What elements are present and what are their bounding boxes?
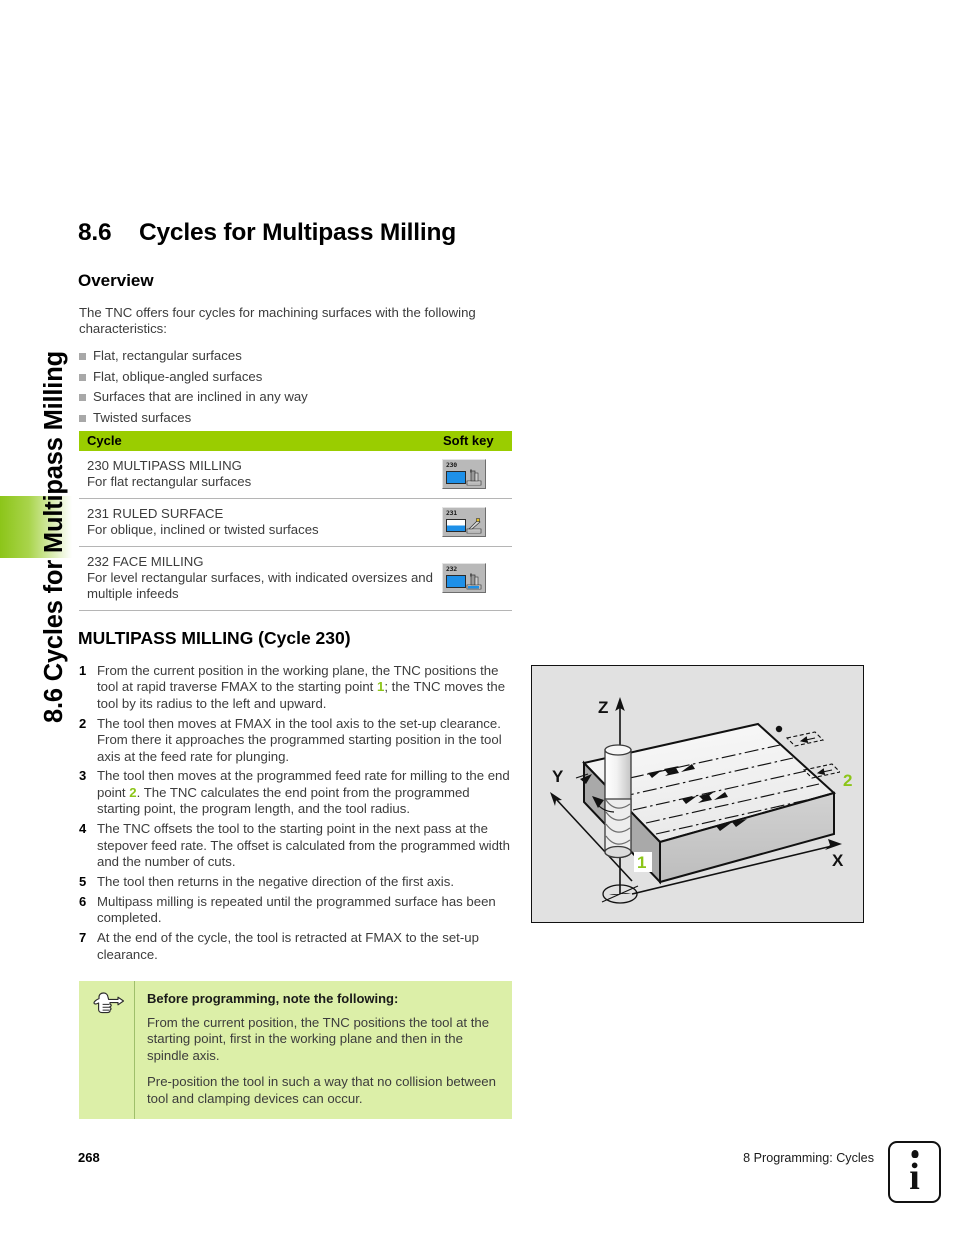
milling-tool-icon xyxy=(466,469,482,486)
procedure-step-list: 1 From the current position in the worki… xyxy=(79,663,511,966)
table-cell-cycle: 232 FACE MILLING For level rectangular s… xyxy=(87,554,437,603)
list-item: 4 The TNC offsets the tool to the starti… xyxy=(79,821,511,870)
section-title: Cycles for Multipass Milling xyxy=(139,219,457,246)
footer-chapter-label: 8 Programming: Cycles xyxy=(743,1151,874,1165)
step-text: At the end of the cycle, the tool is ret… xyxy=(97,930,479,962)
softkey-number: 231 xyxy=(446,509,457,518)
step-number: 3 xyxy=(79,768,87,784)
section-number: 8.6 xyxy=(78,219,112,246)
cycle-title: 230 MULTIPASS MILLING xyxy=(87,458,242,473)
table-cell-softkey: 231 xyxy=(442,507,486,538)
column-header-softkey: Soft key xyxy=(443,433,494,448)
side-tab-title: 8.6 Cycles for Multipass Milling xyxy=(40,351,68,723)
x-axis-label: X xyxy=(832,851,844,870)
softkey-232-button[interactable]: 232 xyxy=(442,563,486,594)
list-item: Twisted surfaces xyxy=(79,410,509,431)
overview-heading: Overview xyxy=(78,271,154,290)
list-item: Flat, oblique-angled surfaces xyxy=(79,369,509,390)
bullet-square-icon xyxy=(79,353,86,360)
softkey-surface-icon xyxy=(446,471,466,485)
tool-tip xyxy=(604,845,632,859)
tool-shank-top xyxy=(604,744,632,756)
cycle-title: 232 FACE MILLING xyxy=(87,553,204,569)
softkey-231-button[interactable]: 231 xyxy=(442,507,486,538)
list-item-label: Flat, oblique-angled surfaces xyxy=(93,368,263,384)
info-icon-stem: i xyxy=(909,1156,920,1198)
step-number: 4 xyxy=(79,821,87,837)
pointing-hand-icon xyxy=(92,992,124,1014)
step-number: 7 xyxy=(79,930,87,946)
note-icon-column xyxy=(79,981,135,1120)
step-number: 2 xyxy=(79,715,87,731)
page-content: 8.6 Cycles for Multipass Milling Overview… xyxy=(78,0,954,1235)
figure-reference: 2 xyxy=(129,784,137,800)
table-header-row: Cycle Soft key xyxy=(79,431,512,451)
table-cell-cycle: 230 MULTIPASS MILLING For flat rectangul… xyxy=(87,458,437,491)
cycle-title: 231 RULED SURFACE xyxy=(87,505,224,521)
step-text: The tool then moves at FMAX in the tool … xyxy=(97,715,502,764)
note-box: Before programming, note the following: … xyxy=(79,981,512,1120)
table-row: 231 RULED SURFACE For oblique, inclined … xyxy=(79,499,512,547)
overview-bullet-list: Flat, rectangular surfaces Flat, oblique… xyxy=(79,348,509,430)
list-item: Surfaces that are inclined in any way xyxy=(79,389,509,410)
step-number: 5 xyxy=(79,873,87,889)
list-item: 2 The tool then moves at FMAX in the too… xyxy=(79,716,511,765)
column-header-cycle: Cycle xyxy=(87,433,122,448)
y-axis-label: Y xyxy=(552,767,564,786)
marker-1-label: 1 xyxy=(637,853,646,872)
softkey-surface-icon xyxy=(446,575,466,589)
note-paragraph: Pre-position the tool in such a way that… xyxy=(147,1074,496,1106)
bullet-square-icon xyxy=(79,394,86,401)
softkey-230-button[interactable]: 230 xyxy=(442,459,486,490)
overview-intro: The TNC offers four cycles for machining… xyxy=(79,305,476,337)
corner-point-marker xyxy=(775,725,783,733)
milling-tool-icon xyxy=(466,518,482,534)
step-text: The tool then returns in the negative di… xyxy=(97,873,454,889)
cycle-table: Cycle Soft key 230 MULTIPASS MILLING For… xyxy=(79,431,512,611)
bullet-square-icon xyxy=(79,373,86,381)
marker-2-label: 2 xyxy=(843,771,852,790)
multipass-milling-diagram: Z Y X 1 2 xyxy=(531,665,864,923)
step-text: Multipass milling is repeated until the … xyxy=(97,893,496,926)
x-axis-arrow xyxy=(825,839,842,850)
list-item: 3 The tool then moves at the programmed … xyxy=(79,768,511,817)
list-item: 1 From the current position in the worki… xyxy=(79,663,511,712)
step-number: 6 xyxy=(79,893,87,909)
page-number: 268 xyxy=(78,1150,100,1165)
table-cell-cycle: 231 RULED SURFACE For oblique, inclined … xyxy=(87,506,437,539)
page-title: 8.6 Cycles for Multipass Milling xyxy=(78,219,456,247)
table-row: 230 MULTIPASS MILLING For flat rectangul… xyxy=(79,451,512,499)
list-item: Flat, rectangular surfaces xyxy=(79,348,509,369)
multipass-heading: MULTIPASS MILLING (Cycle 230) xyxy=(78,628,351,648)
list-item-label: Twisted surfaces xyxy=(93,409,192,425)
note-paragraph: From the current position, the TNC posit… xyxy=(147,1015,490,1063)
z-axis-label: Z xyxy=(598,698,608,717)
milling-tool-icon xyxy=(466,573,482,590)
step-number: 1 xyxy=(79,663,87,678)
diagram-svg: Z Y X 1 2 xyxy=(550,697,858,904)
cycle-description: For flat rectangular surfaces xyxy=(87,474,252,490)
table-cell-softkey: 232 xyxy=(442,563,486,594)
list-item-label: Surfaces that are inclined in any way xyxy=(93,389,308,404)
side-tab: 8.6 Cycles for Multipass Milling xyxy=(0,0,78,1235)
table-row: 232 FACE MILLING For level rectangular s… xyxy=(79,547,512,611)
step-text: From the current position in the working… xyxy=(97,663,506,711)
list-item: 6 Multipass milling is repeated until th… xyxy=(79,894,511,927)
cycle-description: For oblique, inclined or twisted surface… xyxy=(87,522,319,538)
list-item: 5 The tool then returns in the negative … xyxy=(79,874,511,890)
softkey-number: 230 xyxy=(446,461,457,470)
table-cell-softkey: 230 xyxy=(442,459,486,490)
note-body: Before programming, note the following: … xyxy=(135,981,512,1119)
cycle-description: For level rectangular surfaces, with ind… xyxy=(87,570,433,602)
softkey-number: 232 xyxy=(446,565,457,574)
step-text: The tool then moves at the programmed fe… xyxy=(97,768,510,817)
list-item-label: Flat, rectangular surfaces xyxy=(93,348,242,363)
step-text: The TNC offsets the tool to the starting… xyxy=(97,821,510,869)
note-title: Before programming, note the following: xyxy=(147,991,399,1006)
bullet-square-icon xyxy=(79,414,86,422)
list-item: 7 At the end of the cycle, the tool is r… xyxy=(79,930,511,963)
softkey-surface-icon xyxy=(446,519,466,533)
info-icon: i xyxy=(888,1141,941,1203)
